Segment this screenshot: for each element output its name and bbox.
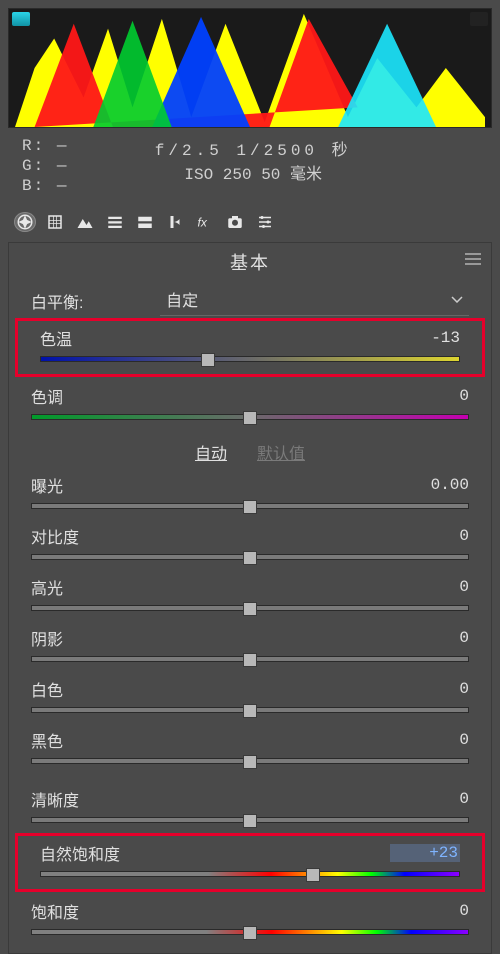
wb-label: 白平衡: bbox=[31, 289, 160, 313]
list-icon[interactable] bbox=[104, 212, 126, 232]
info-readout: R: — G: — B: — f/2.5 1/2500 秒 ISO 250 50… bbox=[8, 128, 492, 208]
vibrance-label: 自然饱和度 bbox=[40, 841, 390, 865]
slider-thumb[interactable] bbox=[243, 411, 257, 425]
slider-thumb[interactable] bbox=[306, 868, 320, 882]
highlights-label: 高光 bbox=[31, 575, 399, 599]
crop-icon[interactable] bbox=[44, 212, 66, 232]
exposure-value[interactable]: 0.00 bbox=[399, 476, 469, 494]
lens-icon[interactable] bbox=[164, 212, 186, 232]
highlights-slider[interactable] bbox=[31, 605, 469, 611]
exposure-slider[interactable] bbox=[31, 503, 469, 509]
clarity-label: 清晰度 bbox=[31, 787, 399, 811]
aperture-icon[interactable] bbox=[14, 212, 36, 232]
panel-icon-strip: fx bbox=[8, 208, 492, 236]
wb-dropdown[interactable]: 自定 bbox=[160, 285, 469, 316]
svg-text:fx: fx bbox=[198, 216, 208, 230]
temperature-label: 色温 bbox=[40, 326, 390, 350]
slider-thumb[interactable] bbox=[243, 551, 257, 565]
tint-value[interactable]: 0 bbox=[399, 387, 469, 405]
vibrance-value[interactable]: +23 bbox=[390, 844, 460, 862]
mountain-icon[interactable] bbox=[74, 212, 96, 232]
saturation-slider[interactable] bbox=[31, 929, 469, 935]
saturation-value[interactable]: 0 bbox=[399, 902, 469, 920]
histogram[interactable] bbox=[8, 8, 492, 128]
shadows-slider[interactable] bbox=[31, 656, 469, 662]
tint-label: 色调 bbox=[31, 384, 399, 408]
temperature-value[interactable]: -13 bbox=[390, 329, 460, 347]
blacks-value[interactable]: 0 bbox=[399, 731, 469, 749]
contrast-label: 对比度 bbox=[31, 524, 399, 548]
histogram-svg bbox=[15, 9, 485, 127]
slider-thumb[interactable] bbox=[243, 926, 257, 940]
highlight-clip-warning[interactable] bbox=[470, 12, 488, 26]
wb-value: 自定 bbox=[166, 287, 198, 311]
default-button[interactable]: 默认值 bbox=[257, 440, 305, 464]
whites-slider[interactable] bbox=[31, 707, 469, 713]
split-icon[interactable] bbox=[134, 212, 156, 232]
panel-title: 基本 bbox=[9, 243, 491, 279]
whites-label: 白色 bbox=[31, 677, 399, 701]
auto-button[interactable]: 自动 bbox=[195, 440, 227, 464]
vibrance-slider[interactable] bbox=[40, 871, 460, 877]
whites-value[interactable]: 0 bbox=[399, 680, 469, 698]
contrast-value[interactable]: 0 bbox=[399, 527, 469, 545]
highlights-value[interactable]: 0 bbox=[399, 578, 469, 596]
slider-thumb[interactable] bbox=[201, 353, 215, 367]
sliders-icon[interactable] bbox=[254, 212, 276, 232]
slider-thumb[interactable] bbox=[243, 602, 257, 616]
camera-readout: f/2.5 1/2500 秒 ISO 250 50 毫米 bbox=[68, 136, 438, 196]
tint-slider[interactable] bbox=[31, 414, 469, 420]
camera-icon[interactable] bbox=[224, 212, 246, 232]
fx-icon[interactable]: fx bbox=[194, 212, 216, 232]
exposure-label: 曝光 bbox=[31, 473, 399, 497]
slider-thumb[interactable] bbox=[243, 704, 257, 718]
basic-panel: 基本 白平衡: 自定 色温 -13 色调 0 自动 默认值 曝光0.00 对比度… bbox=[8, 242, 492, 954]
clarity-value[interactable]: 0 bbox=[399, 790, 469, 808]
slider-thumb[interactable] bbox=[243, 500, 257, 514]
blacks-slider[interactable] bbox=[31, 758, 469, 764]
shadows-label: 阴影 bbox=[31, 626, 399, 650]
highlight-temperature: 色温 -13 bbox=[15, 318, 485, 377]
panel-menu-icon[interactable] bbox=[465, 253, 481, 265]
shadow-clip-warning[interactable] bbox=[12, 12, 30, 26]
shadows-value[interactable]: 0 bbox=[399, 629, 469, 647]
clarity-slider[interactable] bbox=[31, 817, 469, 823]
slider-thumb[interactable] bbox=[243, 755, 257, 769]
temperature-slider[interactable] bbox=[40, 356, 460, 362]
chevron-down-icon bbox=[451, 296, 463, 303]
saturation-label: 饱和度 bbox=[31, 899, 399, 923]
blacks-label: 黑色 bbox=[31, 728, 399, 752]
rgb-readout: R: — G: — B: — bbox=[22, 136, 68, 196]
contrast-slider[interactable] bbox=[31, 554, 469, 560]
slider-thumb[interactable] bbox=[243, 653, 257, 667]
slider-thumb[interactable] bbox=[243, 814, 257, 828]
